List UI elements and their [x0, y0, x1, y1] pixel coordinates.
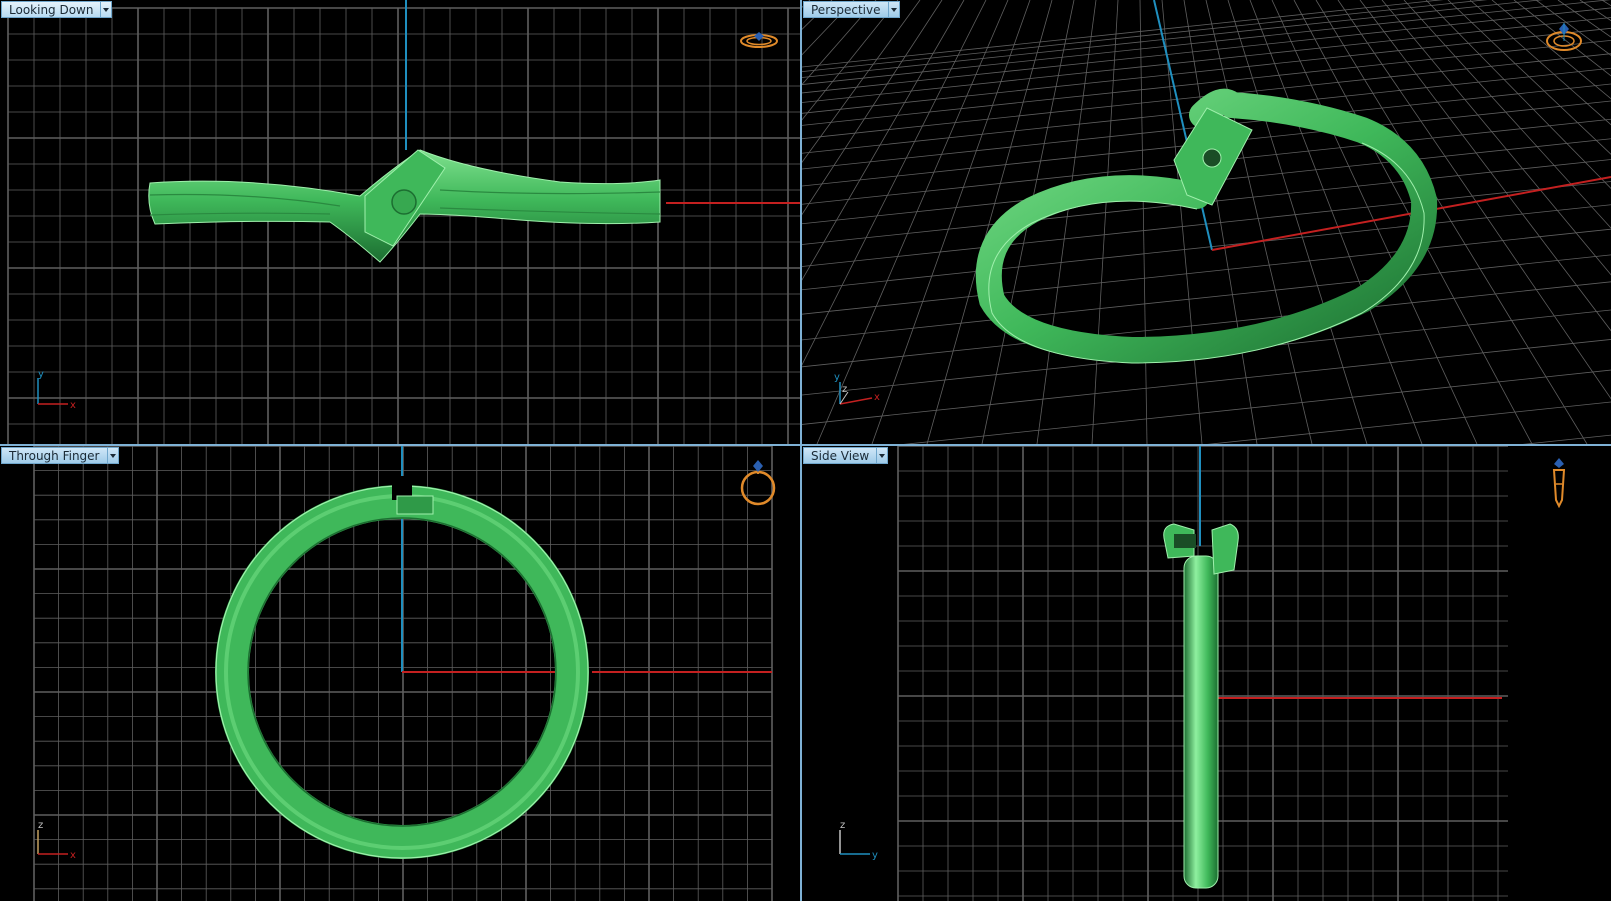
- grid-line: [1161, 0, 1203, 444]
- axis-label-x: x: [874, 392, 880, 403]
- grid-line: [802, 204, 1611, 291]
- grid-line: [802, 228, 1611, 315]
- dropdown-arrow-icon[interactable]: [877, 447, 889, 464]
- axis-indicator: y x: [37, 369, 76, 411]
- viewport-through-finger[interactable]: Through Finger z x: [0, 446, 800, 901]
- ring-model-top: [148, 149, 661, 263]
- axis-label-z: z: [842, 384, 847, 395]
- viewport-canvas[interactable]: [802, 446, 1611, 901]
- viewport-label-dropdown[interactable]: Through Finger: [1, 447, 119, 464]
- grid-line: [1491, 0, 1611, 100]
- viewport-label: Side View: [803, 447, 878, 464]
- grid-line: [802, 7, 1611, 94]
- viewport-perspective[interactable]: Perspective y z x: [802, 0, 1611, 444]
- axis-label-y: y: [872, 850, 878, 861]
- ring-model-side: [1163, 523, 1239, 889]
- grid-line: [802, 17, 1611, 103]
- grid-line: [1447, 0, 1611, 155]
- grid-line: [802, 254, 1611, 341]
- grid-line: [1579, 0, 1611, 22]
- viewport-label: Perspective: [803, 1, 889, 18]
- ring-front-nav-icon[interactable]: [738, 456, 778, 508]
- ring-top-nav-icon[interactable]: [738, 30, 780, 52]
- grid-line: [1337, 0, 1611, 400]
- axis-label-z: z: [840, 820, 845, 831]
- axis-label-x: x: [70, 850, 76, 861]
- grid-line: [1091, 0, 1119, 444]
- grid-line: [1557, 0, 1611, 38]
- grid-line: [1249, 0, 1423, 444]
- viewport-divider-vertical[interactable]: [800, 0, 802, 901]
- viewport-label-dropdown[interactable]: Looking Down: [1, 1, 113, 18]
- grid-line: [1036, 0, 1097, 444]
- viewport-canvas[interactable]: [0, 0, 800, 444]
- axis-indicator: y z x: [834, 372, 880, 405]
- viewport-divider-horizontal[interactable]: [0, 444, 1611, 446]
- viewport-label-dropdown[interactable]: Perspective: [803, 1, 900, 18]
- grid-line: [802, 0, 1544, 78]
- viewport-canvas[interactable]: [0, 446, 800, 901]
- viewport-looking-down[interactable]: Looking Down y x: [0, 0, 800, 444]
- axis-indicator: z y: [839, 820, 878, 861]
- ring-model-perspective: [975, 88, 1438, 364]
- grid-line: [802, 0, 1611, 85]
- axis-label-y: y: [38, 369, 44, 380]
- ring-perspective-nav-icon[interactable]: [1542, 20, 1586, 54]
- grid-line: [802, 0, 1488, 73]
- grid-line: [1601, 0, 1611, 7]
- viewport-side-view[interactable]: Side View z y: [802, 446, 1611, 901]
- grid-line: [1315, 0, 1588, 444]
- viewport-label: Looking Down: [1, 1, 102, 18]
- axis-label-z: z: [38, 820, 43, 831]
- viewport-label: Through Finger: [1, 447, 108, 464]
- grid-line: [802, 0, 1444, 68]
- dropdown-arrow-icon[interactable]: [101, 1, 113, 18]
- dropdown-arrow-icon[interactable]: [107, 447, 119, 464]
- axis-label-y: y: [834, 372, 840, 383]
- dropdown-arrow-icon[interactable]: [888, 1, 900, 18]
- viewport-label-dropdown[interactable]: Side View: [803, 447, 889, 464]
- viewport-canvas[interactable]: [802, 0, 1611, 444]
- grid-line: [1207, 401, 1611, 444]
- axis-label-x: x: [70, 400, 76, 411]
- ring-side-nav-icon[interactable]: [1546, 454, 1572, 508]
- axis-indicator: z x: [37, 820, 76, 861]
- grid-line: [903, 369, 1611, 444]
